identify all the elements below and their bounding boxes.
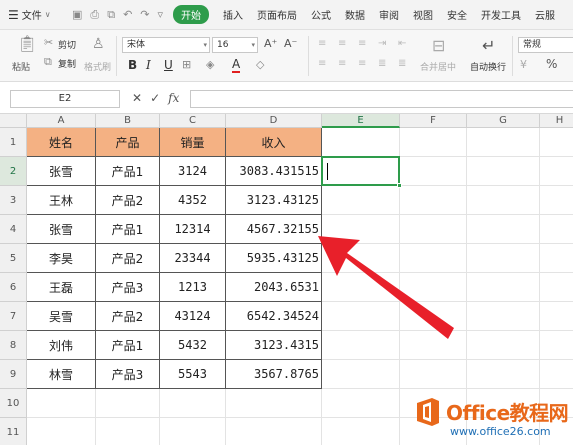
office-logo: [417, 398, 439, 426]
watermark-title: Office教程网: [446, 401, 569, 425]
watermark-url: www.office26.com: [450, 425, 551, 438]
watermark: Office教程网 www.office26.com: [414, 395, 573, 445]
red-arrow-shape: [318, 236, 454, 339]
annotation-arrow: [318, 236, 454, 339]
